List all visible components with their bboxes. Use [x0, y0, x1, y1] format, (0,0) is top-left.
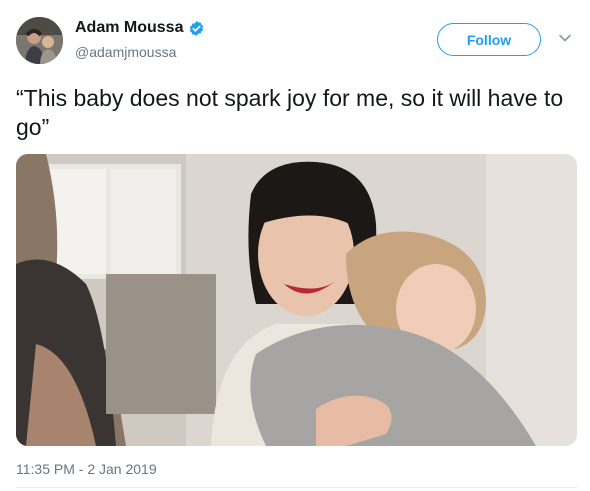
divider	[16, 487, 577, 488]
author-handle[interactable]: @adamjmoussa	[75, 44, 176, 60]
verified-badge-icon	[190, 20, 204, 36]
avatar[interactable]	[16, 17, 63, 64]
tweet-photo[interactable]	[16, 154, 577, 446]
follow-button[interactable]: Follow	[437, 23, 541, 56]
avatar-photo	[16, 17, 63, 64]
chevron-down-icon[interactable]	[558, 31, 572, 45]
photo-illustration	[16, 154, 577, 446]
tweet-text: “This baby does not spark joy for me, so…	[16, 85, 564, 140]
author-name-row: Adam Moussa	[75, 19, 205, 37]
author-name[interactable]: Adam Moussa	[75, 19, 183, 37]
tweet-timestamp[interactable]: 11:35 PM - 2 Jan 2019	[16, 461, 157, 477]
